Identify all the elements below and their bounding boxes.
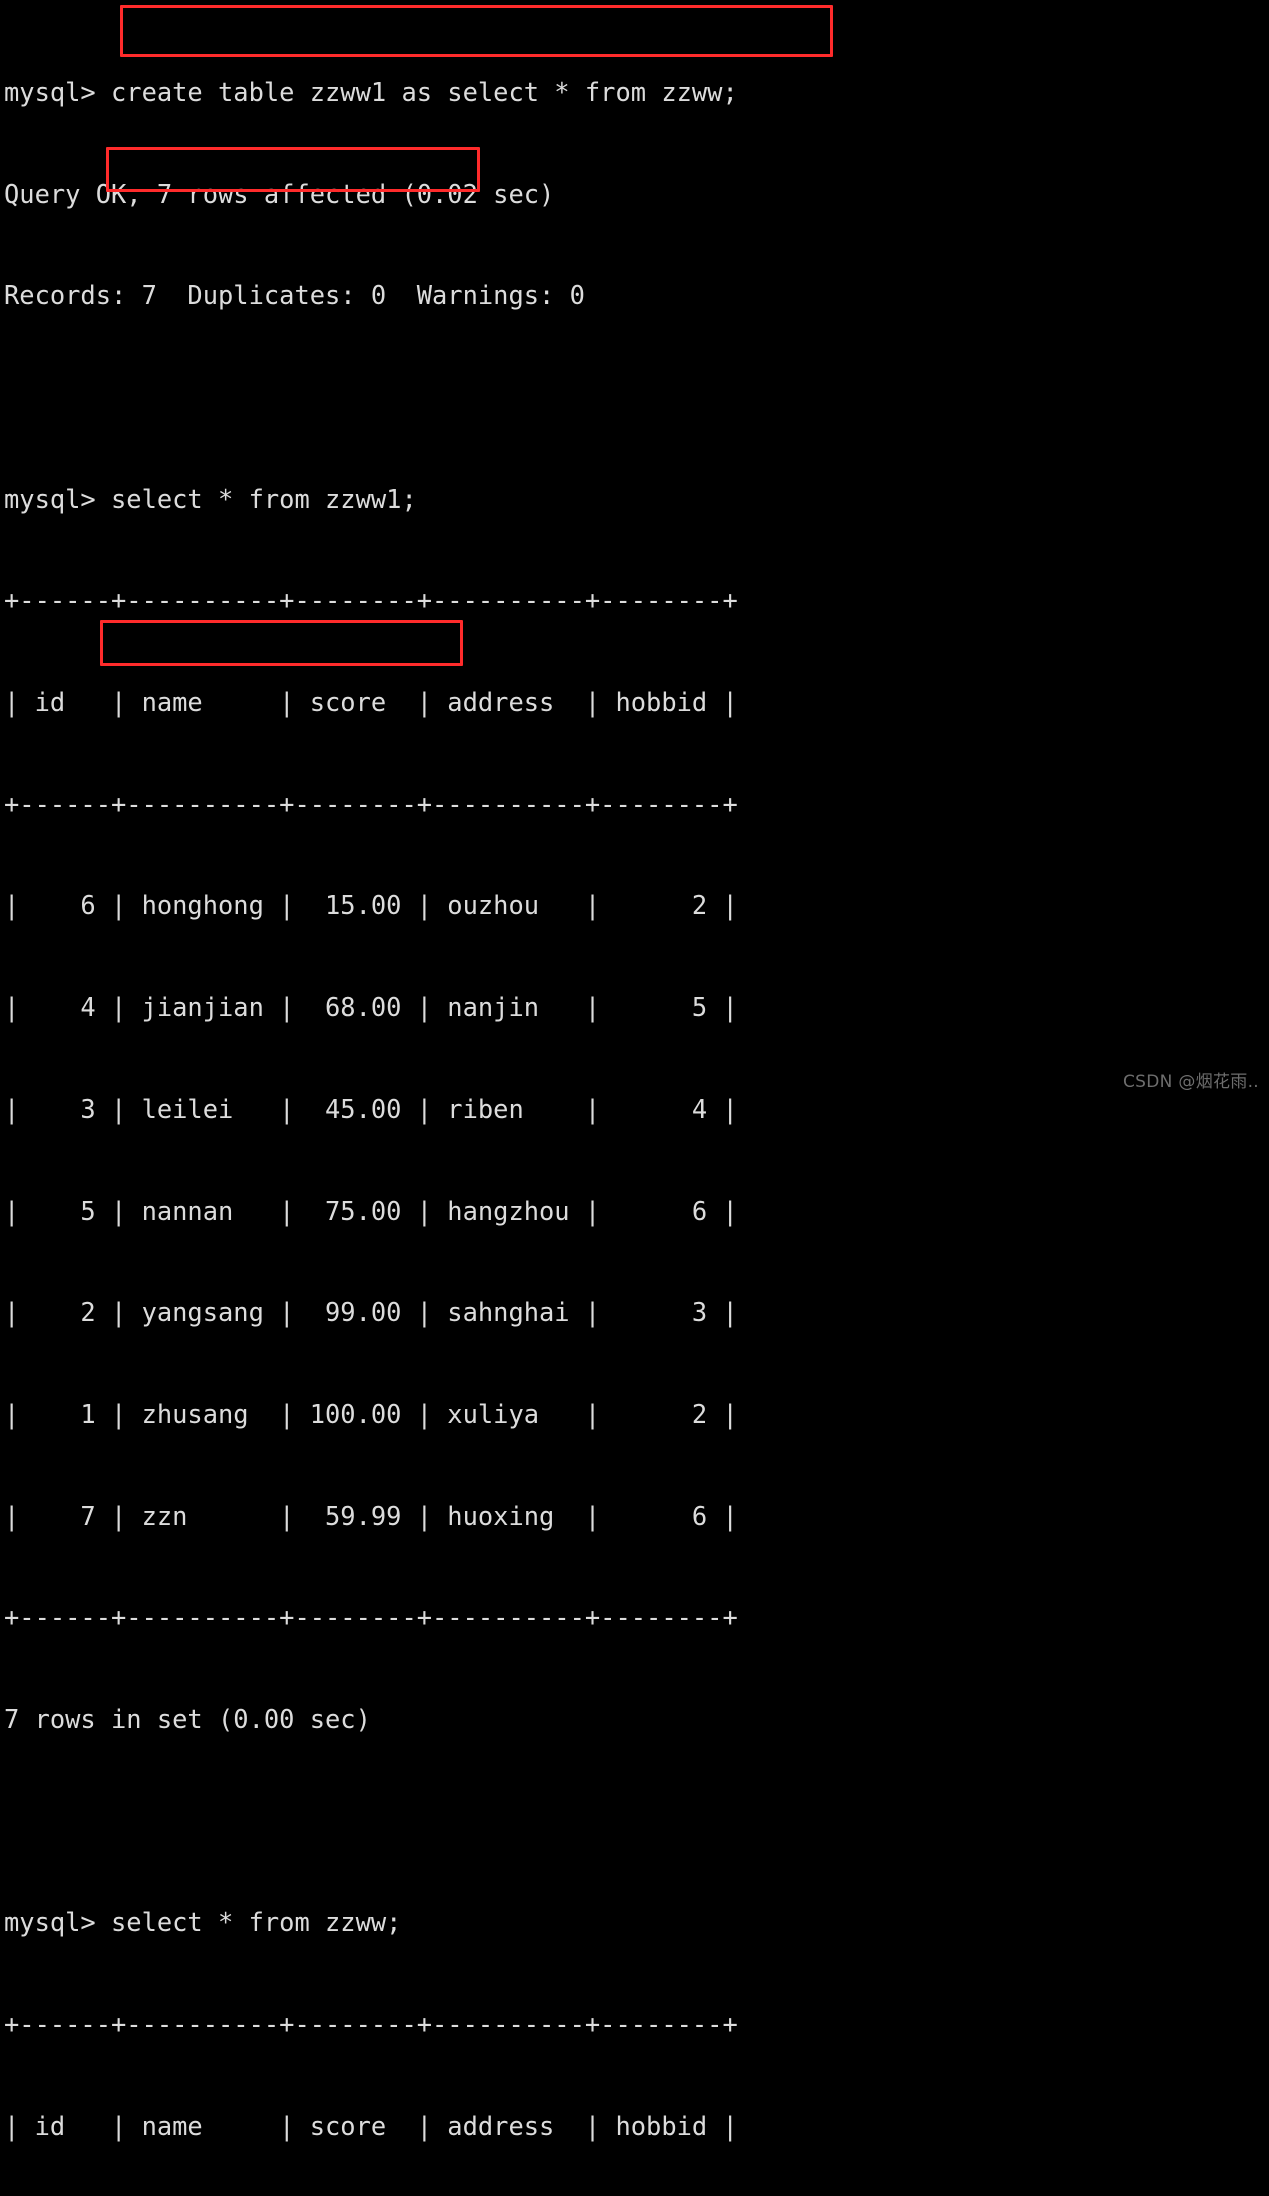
terminal-line: Records: 7 Duplicates: 0 Warnings: 0	[4, 280, 585, 311]
terminal-window[interactable]: mysql> create table zzww1 as select * fr…	[0, 0, 1269, 2141]
table-row: | 1 | zhusang | 100.00 | xuliya | 2 |	[4, 1398, 738, 1429]
terminal-line: mysql> create table zzww1 as select * fr…	[4, 76, 738, 107]
terminal-line: +------+----------+--------+----------+-…	[4, 2009, 738, 2040]
table-row: | 7 | zzn | 59.99 | huoxing | 6 |	[4, 1500, 738, 1531]
terminal-line: | id | name | score | address | hobbid |	[4, 2110, 738, 2141]
terminal-line: Query OK, 7 rows affected (0.02 sec)	[4, 178, 555, 209]
table-row: | 4 | jianjian | 68.00 | nanjin | 5 |	[4, 992, 738, 1023]
table-row: | 2 | yangsang | 99.00 | sahnghai | 3 |	[4, 1297, 738, 1328]
terminal-output-area[interactable]: mysql> create table zzww1 as select * fr…	[4, 8, 1264, 2196]
terminal-line: 7 rows in set (0.00 sec)	[4, 1704, 371, 1735]
terminal-line: +------+----------+--------+----------+-…	[4, 1602, 738, 1633]
terminal-line: mysql> select * from zzww1;	[4, 483, 417, 514]
terminal-line: +------+----------+--------+----------+-…	[4, 788, 738, 819]
terminal-line: +------+----------+--------+----------+-…	[4, 585, 738, 616]
terminal-line: mysql> select * from zzww;	[4, 1907, 402, 1938]
csdn-watermark: CSDN @烟花雨..	[1123, 1072, 1259, 1092]
table-row: | 6 | honghong | 15.00 | ouzhou | 2 |	[4, 890, 738, 921]
terminal-line: | id | name | score | address | hobbid |	[4, 687, 738, 718]
table-row: | 5 | nannan | 75.00 | hangzhou | 6 |	[4, 1195, 738, 1226]
